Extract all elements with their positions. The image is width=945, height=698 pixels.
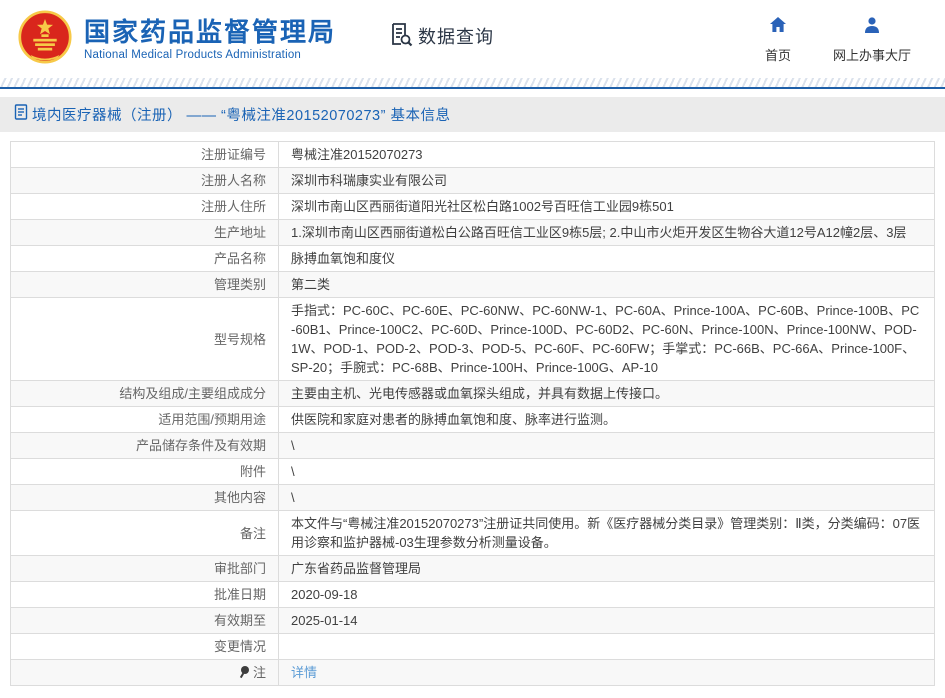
- row-value: \: [279, 485, 935, 511]
- row-value: 本文件与“粤械注准20152070273”注册证共同使用。新《医疗器械分类目录》…: [279, 511, 935, 556]
- data-query-section[interactable]: 数据查询: [388, 21, 494, 52]
- table-row: 备注本文件与“粤械注准20152070273”注册证共同使用。新《医疗器械分类目…: [11, 511, 935, 556]
- person-icon: [862, 15, 882, 40]
- table-row: 管理类别第二类: [11, 272, 935, 298]
- row-value: 详情: [279, 660, 935, 686]
- table-row: 型号规格手指式：PC-60C、PC-60E、PC-60NW、PC-60NW-1、…: [11, 298, 935, 381]
- row-value: 深圳市南山区西丽街道阳光社区松白路1002号百旺信工业园9栋501: [279, 194, 935, 220]
- detail-link[interactable]: 详情: [291, 665, 317, 680]
- row-label: 其他内容: [11, 485, 279, 511]
- nav-service-hall-label: 网上办事大厅: [833, 45, 911, 64]
- nav-home-label: 首页: [765, 45, 791, 64]
- row-label: 型号规格: [11, 298, 279, 381]
- table-row: 其他内容\: [11, 485, 935, 511]
- row-label: 注: [11, 660, 279, 686]
- row-label: 管理类别: [11, 272, 279, 298]
- national-emblem-icon: [18, 10, 72, 69]
- row-label: 产品储存条件及有效期: [11, 433, 279, 459]
- table-row: 适用范围/预期用途供医院和家庭对患者的脉搏血氧饱和度、脉率进行监测。: [11, 407, 935, 433]
- info-table-body: 注册证编号粤械注准20152070273注册人名称深圳市科瑞康实业有限公司注册人…: [11, 142, 935, 686]
- home-icon: [768, 15, 788, 40]
- table-row: 产品名称脉搏血氧饱和度仪: [11, 246, 935, 272]
- table-row: 结构及组成/主要组成成分主要由主机、光电传感器或血氧探头组成，并具有数据上传接口…: [11, 381, 935, 407]
- table-row: 附件\: [11, 459, 935, 485]
- data-query-label: 数据查询: [418, 23, 494, 49]
- row-value: 2020-09-18: [279, 582, 935, 608]
- table-row: 注册人名称深圳市科瑞康实业有限公司: [11, 168, 935, 194]
- row-label: 审批部门: [11, 556, 279, 582]
- row-label: 适用范围/预期用途: [11, 407, 279, 433]
- top-nav: 首页 网上办事大厅: [765, 15, 923, 64]
- nav-service-hall[interactable]: 网上办事大厅: [833, 15, 911, 64]
- nav-home[interactable]: 首页: [765, 15, 791, 64]
- row-value: [279, 634, 935, 660]
- row-value: \: [279, 459, 935, 485]
- table-row: 产品储存条件及有效期\: [11, 433, 935, 459]
- table-row: 有效期至2025-01-14: [11, 608, 935, 634]
- registration-info-table: 注册证编号粤械注准20152070273注册人名称深圳市科瑞康实业有限公司注册人…: [10, 141, 935, 686]
- table-row: 注册人住所深圳市南山区西丽街道阳光社区松白路1002号百旺信工业园9栋501: [11, 194, 935, 220]
- row-value: 第二类: [279, 272, 935, 298]
- row-label: 注册人名称: [11, 168, 279, 194]
- table-row: 变更情况: [11, 634, 935, 660]
- table-row: 注册证编号粤械注准20152070273: [11, 142, 935, 168]
- table-row: 批准日期2020-09-18: [11, 582, 935, 608]
- row-value: 粤械注准20152070273: [279, 142, 935, 168]
- page-header: 国家药品监督管理局 National Medical Products Admi…: [0, 0, 945, 78]
- row-value: 供医院和家庭对患者的脉搏血氧饱和度、脉率进行监测。: [279, 407, 935, 433]
- row-label: 生产地址: [11, 220, 279, 246]
- document-icon: [14, 104, 28, 125]
- row-label: 注册证编号: [11, 142, 279, 168]
- row-value: \: [279, 433, 935, 459]
- row-value: 深圳市科瑞康实业有限公司: [279, 168, 935, 194]
- note-pin-icon: [240, 666, 250, 678]
- row-label: 结构及组成/主要组成成分: [11, 381, 279, 407]
- striped-divider: [0, 78, 945, 89]
- row-value: 脉搏血氧饱和度仪: [279, 246, 935, 272]
- data-query-icon: [388, 21, 414, 52]
- row-value: 手指式：PC-60C、PC-60E、PC-60NW、PC-60NW-1、PC-6…: [279, 298, 935, 381]
- site-subtitle: National Medical Products Administration: [84, 49, 336, 61]
- breadcrumb: 境内医疗器械（注册） —— “粤械注准20152070273” 基本信息: [0, 97, 945, 132]
- row-label: 备注: [11, 511, 279, 556]
- table-row: 生产地址1.深圳市南山区西丽街道松白公路百旺信工业区9栋5层; 2.中山市火炬开…: [11, 220, 935, 246]
- table-row: 注详情: [11, 660, 935, 686]
- row-value: 广东省药品监督管理局: [279, 556, 935, 582]
- row-label: 批准日期: [11, 582, 279, 608]
- row-label: 附件: [11, 459, 279, 485]
- breadcrumb-text: 境内医疗器械（注册） —— “粤械注准20152070273” 基本信息: [32, 104, 450, 125]
- row-label: 注册人住所: [11, 194, 279, 220]
- nmpa-logo: 国家药品监督管理局 National Medical Products Admi…: [18, 10, 336, 69]
- row-label: 有效期至: [11, 608, 279, 634]
- row-value: 1.深圳市南山区西丽街道松白公路百旺信工业区9栋5层; 2.中山市火炬开发区生物…: [279, 220, 935, 246]
- table-row: 审批部门广东省药品监督管理局: [11, 556, 935, 582]
- row-value: 主要由主机、光电传感器或血氧探头组成，并具有数据上传接口。: [279, 381, 935, 407]
- site-title: 国家药品监督管理局: [84, 17, 336, 47]
- row-value: 2025-01-14: [279, 608, 935, 634]
- row-label: 变更情况: [11, 634, 279, 660]
- row-label: 产品名称: [11, 246, 279, 272]
